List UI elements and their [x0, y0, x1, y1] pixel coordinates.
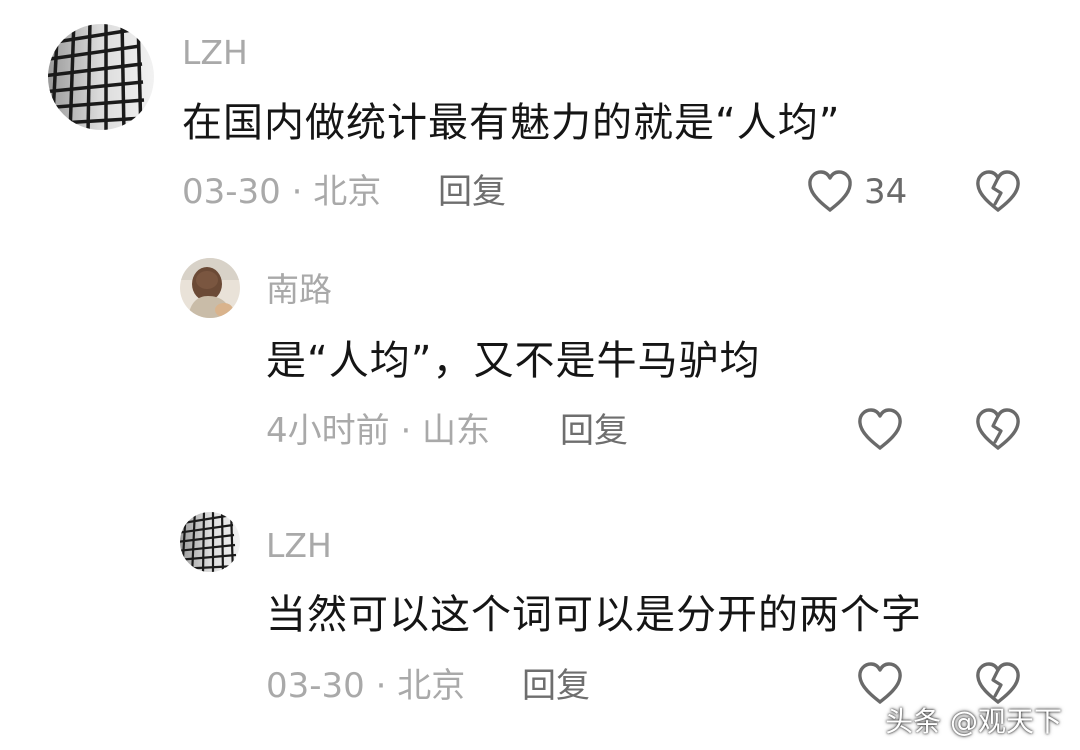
like-count: 34 — [864, 172, 908, 212]
like-button[interactable] — [806, 168, 854, 214]
username[interactable]: LZH — [266, 529, 332, 562]
dislike-button[interactable] — [974, 660, 1022, 706]
comment-meta: 03-30 · 北京 — [266, 666, 466, 706]
broken-heart-icon — [976, 408, 1020, 450]
reply-button[interactable]: 回复 — [522, 669, 590, 703]
reply-button[interactable]: 回复 — [560, 414, 628, 448]
comment-text: 是“人均”，又不是牛马驴均 — [266, 338, 761, 384]
dislike-button[interactable] — [974, 406, 1022, 452]
broken-heart-icon — [976, 662, 1020, 704]
broken-heart-icon — [976, 170, 1020, 212]
comment-item: LZH 在国内做统计最有魅力的就是“人均” 03-30 · 北京 回复 34 — [0, 0, 1080, 230]
username[interactable]: LZH — [182, 36, 248, 69]
avatar[interactable] — [180, 258, 240, 318]
comment-text: 当然可以这个词可以是分开的两个字 — [266, 592, 922, 638]
comment-meta: 4小时前 · 山东 — [266, 411, 491, 451]
reply-item: 南路 是“人均”，又不是牛马驴均 4小时前 · 山东 回复 — [0, 240, 1080, 480]
avatar-portrait-image — [180, 258, 240, 318]
heart-outline-icon — [858, 408, 902, 450]
avatar[interactable] — [48, 24, 154, 130]
watermark: 头条 @观天下 — [885, 705, 1062, 738]
avatar[interactable] — [180, 512, 240, 572]
reply-button[interactable]: 回复 — [438, 175, 506, 209]
username[interactable]: 南路 — [266, 273, 332, 306]
avatar-grid-image — [48, 24, 154, 130]
like-button[interactable] — [856, 660, 904, 706]
dislike-button[interactable] — [974, 168, 1022, 214]
comment-meta: 03-30 · 北京 — [182, 172, 382, 212]
avatar-grid-image — [180, 512, 240, 572]
comment-text: 在国内做统计最有魅力的就是“人均” — [182, 100, 841, 146]
heart-outline-icon — [858, 662, 902, 704]
heart-outline-icon — [808, 170, 852, 212]
like-button[interactable] — [856, 406, 904, 452]
